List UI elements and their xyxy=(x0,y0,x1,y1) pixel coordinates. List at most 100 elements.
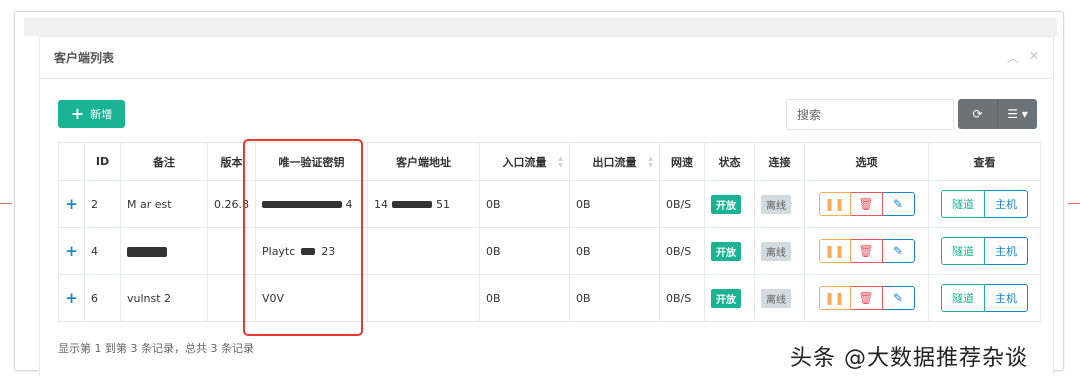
redacted-block xyxy=(127,246,167,257)
col-speed[interactable]: 网速 xyxy=(659,142,705,181)
cell-status: 开放 xyxy=(704,180,755,228)
panel-header: 客户端列表 ︿ ✕ xyxy=(40,37,1053,79)
col-remark[interactable]: 备注 xyxy=(120,142,208,181)
columns-button[interactable]: ☰ ▾ xyxy=(997,99,1037,129)
delete-button[interactable]: 🗑 xyxy=(850,239,883,263)
status-badge: 开放 xyxy=(711,288,741,308)
cell-out-traffic: 0B xyxy=(569,274,660,322)
cell-status: 开放 xyxy=(704,274,755,322)
cell-status: 开放 xyxy=(704,227,755,275)
status-badge: 开放 xyxy=(711,241,741,261)
host-button[interactable]: 主机 xyxy=(985,284,1028,312)
expand-row-button[interactable]: + xyxy=(58,180,85,228)
chevron-up-icon[interactable]: ︿ xyxy=(1007,49,1019,66)
cell-options: ❚❚ 🗑 ✎ xyxy=(804,180,929,228)
pause-icon: ❚❚ xyxy=(824,291,845,305)
search-input[interactable] xyxy=(786,99,954,130)
status-badge: 开放 xyxy=(711,194,741,214)
panel-title: 客户端列表 xyxy=(54,51,115,65)
pause-button[interactable]: ❚❚ xyxy=(818,239,851,263)
cell-connection: 离线 xyxy=(754,180,805,228)
delete-button[interactable]: 🗑 xyxy=(850,192,883,216)
edit-icon: ✎ xyxy=(892,291,904,305)
cell-address xyxy=(367,227,480,275)
plus-icon: + xyxy=(70,104,85,123)
connection-badge: 离线 xyxy=(761,194,791,214)
edit-icon: ✎ xyxy=(892,244,904,258)
col-options: 选项 xyxy=(804,142,929,181)
tunnel-button[interactable]: 隧道 xyxy=(941,284,985,312)
client-list-panel: 客户端列表 ︿ ✕ + 新增 ⟳ ☰ ▾ ID 备注 版本 唯一验证密钥 客户端… xyxy=(39,36,1054,376)
cell-in-traffic: 0B xyxy=(479,274,570,322)
edit-button[interactable]: ✎ xyxy=(882,286,915,310)
cell-out-traffic: 0B xyxy=(569,227,660,275)
tunnel-button[interactable]: 隧道 xyxy=(941,190,985,218)
add-client-button[interactable]: + 新增 xyxy=(58,100,125,128)
redacted-block xyxy=(392,201,432,208)
host-button[interactable]: 主机 xyxy=(985,237,1028,265)
table-header-row: ID 备注 版本 唯一验证密钥 客户端地址 入口流量 出口流量 网速 状态 连接… xyxy=(58,142,1041,181)
table-row: + 4 Playtc23 0B 0B 0B/S 开放 离线 ❚❚ 🗑 ✎ 隧道 xyxy=(58,227,1041,275)
cell-id: 2 xyxy=(84,180,121,228)
trash-icon: 🗑 xyxy=(858,244,874,258)
add-button-label: 新增 xyxy=(90,108,113,121)
col-expand xyxy=(58,142,85,181)
expand-row-button[interactable]: + xyxy=(58,274,85,322)
cell-options: ❚❚ 🗑 ✎ xyxy=(804,227,929,275)
panel-tools: ︿ ✕ xyxy=(1007,49,1039,66)
cell-out-traffic: 0B xyxy=(569,180,660,228)
expand-row-button[interactable]: + xyxy=(58,227,85,275)
client-table: ID 备注 版本 唯一验证密钥 客户端地址 入口流量 出口流量 网速 状态 连接… xyxy=(58,142,1041,322)
col-view: 查看 xyxy=(928,142,1041,181)
edit-icon: ✎ xyxy=(892,197,904,211)
remark-text: M ar est xyxy=(127,197,172,211)
col-in-traffic[interactable]: 入口流量 xyxy=(479,142,570,181)
content-background xyxy=(24,18,1057,36)
list-icon: ☰ ▾ xyxy=(1007,107,1028,121)
cell-address: 14 51 xyxy=(367,180,480,228)
right-guide-line xyxy=(1068,203,1080,204)
cell-id: 4 xyxy=(84,227,121,275)
cell-speed: 0B/S xyxy=(659,274,705,322)
col-out-traffic[interactable]: 出口流量 xyxy=(569,142,660,181)
col-connection[interactable]: 连接 xyxy=(754,142,805,181)
cell-in-traffic: 0B xyxy=(479,180,570,228)
cell-view: 隧道 主机 xyxy=(928,274,1041,322)
table-row: + 2 M ar est 0.26.8 4 14 51 0B 0B 0B/S 开放… xyxy=(58,180,1041,228)
edit-button[interactable]: ✎ xyxy=(882,192,915,216)
cell-remark xyxy=(120,227,208,275)
connection-badge: 离线 xyxy=(761,288,791,308)
host-button[interactable]: 主机 xyxy=(985,190,1028,218)
cell-speed: 0B/S xyxy=(659,180,705,228)
tunnel-button[interactable]: 隧道 xyxy=(941,237,985,265)
refresh-icon: ⟳ xyxy=(972,107,983,121)
trash-icon: 🗑 xyxy=(858,291,874,305)
address-tail: 51 xyxy=(436,197,450,211)
col-status[interactable]: 状态 xyxy=(704,142,755,181)
cell-in-traffic: 0B xyxy=(479,227,570,275)
cell-connection: 离线 xyxy=(754,274,805,322)
key-column-highlight xyxy=(243,139,363,336)
connection-badge: 离线 xyxy=(761,241,791,261)
close-icon[interactable]: ✕ xyxy=(1029,49,1039,66)
cell-options: ❚❚ 🗑 ✎ xyxy=(804,274,929,322)
trash-icon: 🗑 xyxy=(858,197,874,211)
cell-connection: 离线 xyxy=(754,227,805,275)
refresh-button[interactable]: ⟳ xyxy=(958,99,997,129)
pagination-summary: 显示第 1 到第 3 条记录，总共 3 条记录 xyxy=(58,342,254,355)
left-guide-line xyxy=(0,203,12,204)
delete-button[interactable]: 🗑 xyxy=(850,286,883,310)
pause-icon: ❚❚ xyxy=(824,244,845,258)
watermark: 头条 @大数据推荐杂谈 xyxy=(790,346,1028,371)
pause-button[interactable]: ❚❚ xyxy=(818,286,851,310)
cell-view: 隧道 主机 xyxy=(928,227,1041,275)
col-id[interactable]: ID xyxy=(84,142,121,181)
col-address[interactable]: 客户端地址 xyxy=(367,142,480,181)
edit-button[interactable]: ✎ xyxy=(882,239,915,263)
cell-remark: vulnst 2 xyxy=(120,274,208,322)
cell-remark: M ar est xyxy=(120,180,208,228)
cell-speed: 0B/S xyxy=(659,227,705,275)
pause-button[interactable]: ❚❚ xyxy=(818,192,851,216)
pause-icon: ❚❚ xyxy=(824,197,845,211)
cell-id: 6 xyxy=(84,274,121,322)
